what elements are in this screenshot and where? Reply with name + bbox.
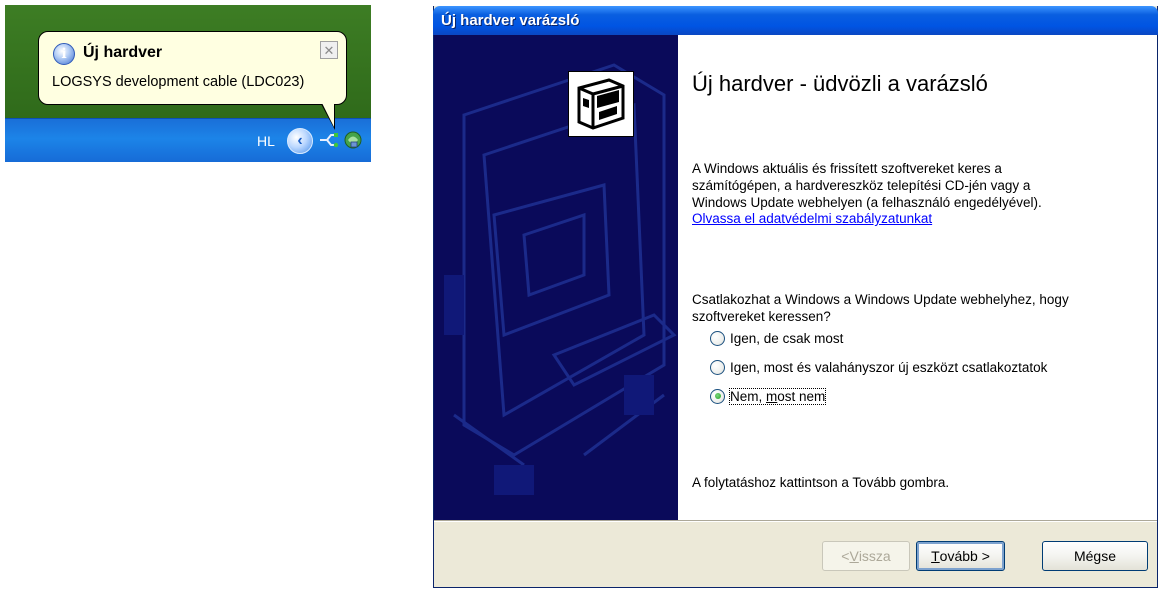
radio-yes-always[interactable] (710, 359, 725, 375)
balloon-title: Új hardver (83, 44, 163, 61)
cancel-button[interactable]: Mégse (1042, 541, 1148, 571)
wizard-content: Új hardver - üdvözli a varázsló A Window… (678, 35, 1157, 520)
banner-artwork (444, 63, 677, 495)
window-title: Új hardver varázsló (441, 12, 580, 29)
new-hardware-wizard-window: Új hardver varázsló Új hardver - üdvözli… (433, 6, 1158, 588)
privacy-policy-link[interactable]: Olvassa el adatvédelmi szabályzatunkat (692, 211, 932, 226)
notification-area-screenshot: HL ‹ i Új hardver ✕ LOGSYS development c… (5, 5, 371, 162)
option-yes-this-time[interactable]: Igen, de csak most (710, 328, 843, 348)
option-no-not-now[interactable]: Nem, most nem (710, 386, 827, 406)
button-separator (434, 520, 1157, 522)
next-button[interactable]: Tovább > (916, 541, 1005, 571)
usb-safely-remove-icon[interactable] (319, 131, 339, 149)
notification-balloon[interactable]: i Új hardver ✕ LOGSYS development cable … (38, 31, 347, 130)
intro-text: A Windows aktuális és frissített szoftve… (692, 161, 1042, 210)
continue-hint: A folytatáshoz kattintson a Tovább gombr… (692, 475, 950, 490)
taskbar: HL ‹ (5, 118, 371, 162)
info-icon: i (53, 43, 75, 65)
close-icon[interactable]: ✕ (320, 41, 338, 59)
radio-yes-this-time[interactable] (710, 330, 725, 346)
title-bar[interactable]: Új hardver varázsló (433, 6, 1158, 35)
wizard-heading: Új hardver - üdvözli a varázsló (692, 71, 988, 96)
wizard-banner (434, 35, 678, 520)
hardware-device-icon (568, 71, 634, 137)
back-button[interactable]: < Vissza (822, 541, 910, 571)
option-yes-always[interactable]: Igen, most és valahányszor új eszközt cs… (710, 357, 1047, 377)
balloon-message: LOGSYS development cable (LDC023) (52, 74, 305, 90)
show-hidden-icons-button[interactable]: ‹ (287, 128, 313, 154)
radio-no-not-now[interactable] (710, 388, 725, 404)
language-indicator[interactable]: HL (257, 133, 275, 149)
update-question: Csatlakozhat a Windows a Windows Update … (692, 292, 1069, 324)
network-icon[interactable] (343, 130, 363, 150)
